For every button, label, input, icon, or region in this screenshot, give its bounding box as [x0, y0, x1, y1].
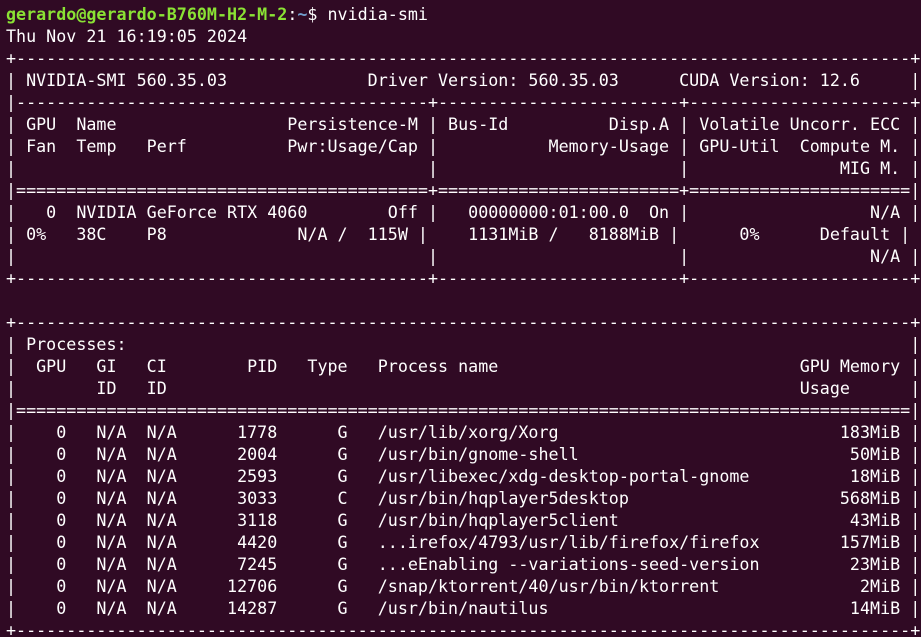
output-line: +---------------------------------------… [6, 312, 921, 332]
output-line: | 0 N/A N/A 12706 G /snap/ktorrent/40/us… [6, 576, 921, 596]
output-line: +---------------------------------------… [6, 268, 921, 288]
output-line: | 0 N/A N/A 4420 G ...irefox/4793/usr/li… [6, 532, 921, 552]
terminal-window[interactable]: gerardo@gerardo-B760M-H2-M-2:~$ nvidia-s… [0, 0, 921, 637]
output-line: | 0 N/A N/A 3118 G /usr/bin/hqplayer5cli… [6, 510, 921, 530]
output-line: | | | MIG M. | [6, 158, 921, 178]
prompt-user-host: gerardo@gerardo-B760M-H2-M-2 [6, 4, 288, 24]
output-line: | GPU Name Persistence-M | Bus-Id Disp.A… [6, 114, 921, 134]
output-line: | GPU GI CI PID Type Process name GPU Me… [6, 356, 921, 376]
prompt-path: ~ [297, 4, 308, 24]
output-line: |---------------------------------------… [6, 92, 921, 112]
output-line: | 0% 38C P8 N/A / 115W | 1131MiB / 8188M… [6, 224, 911, 244]
output-line: |=======================================… [6, 400, 921, 420]
prompt-colon: : [287, 4, 298, 24]
output-line: |=======================================… [6, 180, 921, 200]
output-line: | 0 N/A N/A 7245 G ...eEnabling --variat… [6, 554, 921, 574]
output-line: | ID ID Usage | [6, 378, 921, 398]
nvidia-smi-output: +---------------------------------------… [6, 47, 921, 637]
prompt-line: gerardo@gerardo-B760M-H2-M-2:~$ nvidia-s… [6, 3, 921, 25]
output-line: | 0 N/A N/A 2004 G /usr/bin/gnome-shell … [6, 444, 921, 464]
prompt-dollar: $ [307, 4, 328, 24]
output-line: | 0 NVIDIA GeForce RTX 4060 Off | 000000… [6, 202, 921, 222]
output-line: | Fan Temp Perf Pwr:Usage/Cap | Memory-U… [6, 136, 921, 156]
output-line: | Processes: | [6, 334, 921, 354]
command-text: nvidia-smi [327, 4, 428, 24]
output-line: | NVIDIA-SMI 560.35.03 Driver Version: 5… [6, 70, 921, 90]
output-line: | 0 N/A N/A 14287 G /usr/bin/nautilus 14… [6, 598, 921, 618]
output-line: | 0 N/A N/A 3033 C /usr/bin/hqplayer5des… [6, 488, 921, 508]
output-line: +---------------------------------------… [6, 48, 921, 68]
output-line: | 0 N/A N/A 2593 G /usr/libexec/xdg-desk… [6, 466, 921, 486]
output-line: | 0 N/A N/A 1778 G /usr/lib/xorg/Xorg 18… [6, 422, 921, 442]
output-line: +---------------------------------------… [6, 620, 921, 637]
output-line: | | | N/A | [6, 246, 921, 266]
timestamp-line: Thu Nov 21 16:19:05 2024 [6, 26, 248, 46]
